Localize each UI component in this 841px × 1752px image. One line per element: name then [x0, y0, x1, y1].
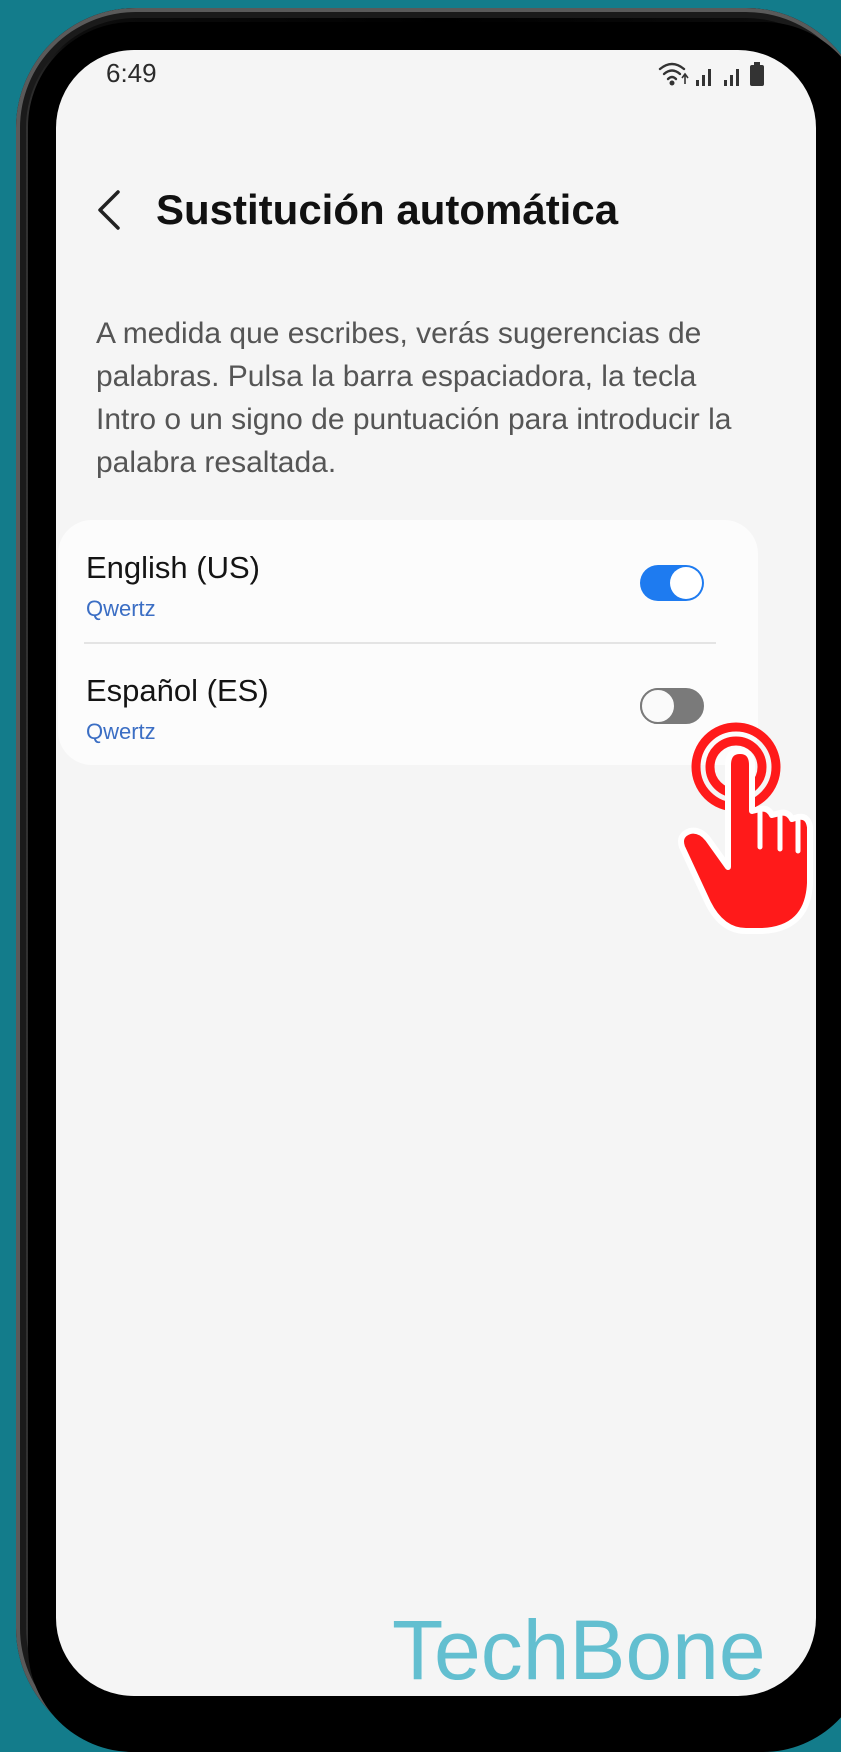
watermark: TechBone: [392, 1603, 766, 1696]
language-name: English (US): [86, 550, 260, 585]
wifi-icon: [658, 62, 686, 81]
page-title: Sustitución automática: [156, 186, 619, 233]
data-arrows-icon: [681, 72, 689, 84]
description-text: A medida que escribes, verás sugerencias…: [96, 317, 732, 479]
english-toggle[interactable]: [640, 565, 704, 601]
language-list: English (US) Qwertz Español (ES) Qwertz: [58, 520, 758, 765]
toggle-knob: [670, 567, 702, 599]
chevron-left-icon[interactable]: [92, 188, 128, 232]
signal-icon-2: [724, 69, 739, 86]
toggle-knob: [640, 688, 676, 724]
language-layout: Qwertz: [86, 719, 156, 744]
signal-icon-1: [696, 69, 711, 86]
language-row-english[interactable]: English (US) Qwertz: [58, 520, 758, 642]
status-bar: 6:49: [56, 50, 816, 98]
language-name: Español (ES): [86, 673, 269, 708]
tap-hand-icon: [678, 722, 813, 934]
status-icons: [658, 62, 764, 86]
wifi-dot-icon: [669, 80, 675, 86]
header: Sustitución automática: [56, 170, 816, 250]
language-row-spanish[interactable]: Español (ES) Qwertz: [58, 643, 758, 765]
battery-icon: [750, 62, 764, 86]
status-time: 6:49: [106, 58, 157, 88]
language-layout: Qwertz: [86, 596, 156, 621]
